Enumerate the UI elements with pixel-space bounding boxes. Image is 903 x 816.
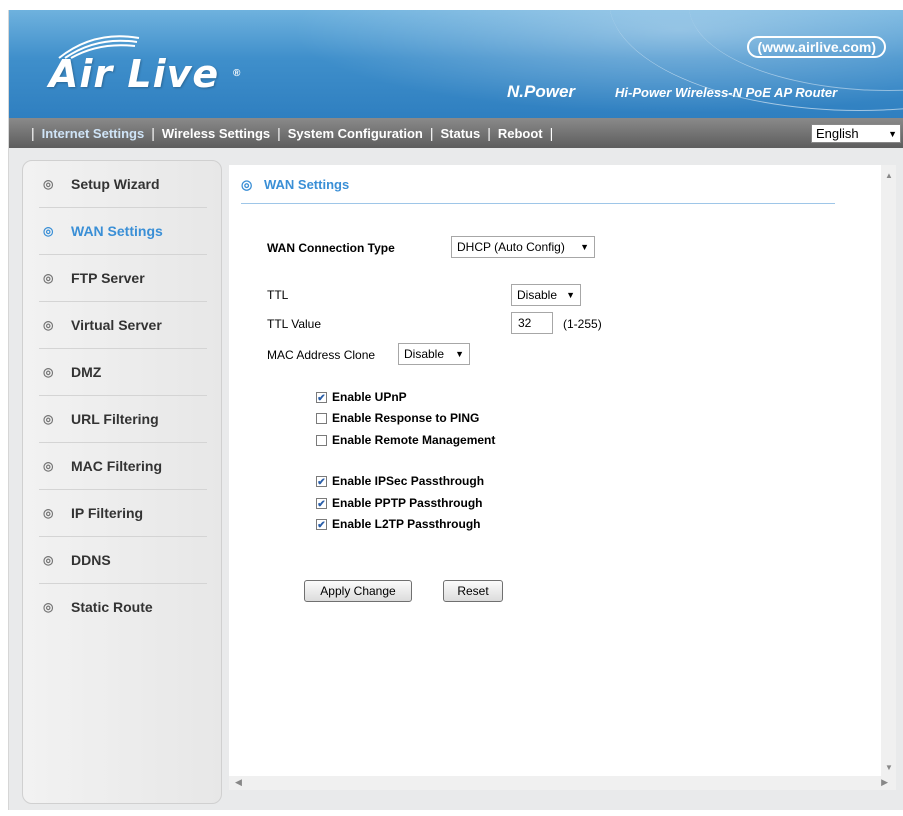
nav-separator: | [277, 125, 281, 141]
sidebar-item-label: FTP Server [71, 270, 145, 286]
ttl-label: TTL [267, 288, 289, 302]
sidebar-item-label: Static Route [71, 599, 153, 615]
enable-upnp-row: ✔ Enable UPnP [316, 390, 407, 404]
sidebar-item-static-route[interactable]: ◎ Static Route [39, 584, 207, 630]
mac-address-clone-value: Disable [404, 347, 445, 361]
scroll-right-icon[interactable]: ▶ [881, 777, 888, 788]
enable-l2tp-row: ✔ Enable L2TP Passthrough [316, 517, 480, 531]
nav-separator: | [487, 125, 491, 141]
sidebar-item-label: URL Filtering [71, 411, 159, 427]
sidebar-item-dmz[interactable]: ◎ DMZ [39, 349, 207, 396]
page-title: ◎ WAN Settings [241, 177, 835, 204]
wan-connection-type-select[interactable]: DHCP (Auto Config) ▼ [451, 236, 595, 258]
enable-remote-management-checkbox[interactable] [316, 434, 327, 446]
enable-upnp-checkbox[interactable]: ✔ [316, 391, 327, 404]
checkbox-label: Enable Remote Management [332, 433, 496, 447]
mac-address-clone-select[interactable]: Disable ▼ [398, 343, 470, 365]
logo-registered-mark: ® [233, 68, 241, 79]
sidebar-item-label: WAN Settings [71, 223, 163, 239]
wan-connection-type-label: WAN Connection Type [267, 241, 395, 255]
nav-reboot[interactable]: Reboot [498, 126, 543, 141]
reset-button[interactable]: Reset [443, 580, 503, 602]
bullet-icon: ◎ [43, 271, 54, 285]
checkbox-label: Enable UPnP [332, 390, 407, 404]
sidebar-item-ddns[interactable]: ◎ DDNS [39, 537, 207, 584]
enable-ipsec-passthrough-checkbox[interactable]: ✔ [316, 475, 327, 488]
ttl-select[interactable]: Disable ▼ [511, 284, 581, 306]
sidebar-item-label: DDNS [71, 552, 111, 568]
bullet-icon: ◎ [43, 459, 54, 473]
checkbox-label: Enable PPTP Passthrough [332, 496, 483, 510]
sidebar-item-ftp-server[interactable]: ◎ FTP Server [39, 255, 207, 302]
bullet-icon: ◎ [43, 412, 54, 426]
bullet-icon: ◎ [43, 318, 54, 332]
bullet-icon: ◎ [43, 553, 54, 567]
wan-connection-type-value: DHCP (Auto Config) [457, 240, 565, 254]
enable-l2tp-passthrough-checkbox[interactable]: ✔ [316, 518, 327, 531]
bullet-icon: ◎ [43, 224, 54, 238]
enable-ping-row: Enable Response to PING [316, 411, 479, 425]
bullet-icon: ◎ [43, 600, 54, 614]
scroll-up-icon[interactable]: ▲ [885, 171, 893, 180]
nav-status[interactable]: Status [440, 126, 480, 141]
ttl-value-label: TTL Value [267, 317, 322, 331]
sidebar-item-url-filtering[interactable]: ◎ URL Filtering [39, 396, 207, 443]
page-title-label: WAN Settings [263, 177, 350, 192]
ttl-select-value: Disable [517, 288, 558, 302]
ttl-range-hint: (1-255) [563, 317, 602, 331]
scroll-left-icon[interactable]: ◀ [235, 777, 242, 788]
vertical-scrollbar[interactable]: ▲ ▼ [881, 165, 896, 776]
bullet-icon: ◎ [43, 506, 54, 520]
sidebar-item-virtual-server[interactable]: ◎ Virtual Server [39, 302, 207, 349]
enable-response-to-ping-checkbox[interactable] [316, 412, 327, 424]
nav-wireless-settings[interactable]: Wireless Settings [162, 126, 270, 141]
sidebar-menu: ◎ Setup Wizard ◎ WAN Settings ◎ FTP Serv… [22, 160, 222, 804]
enable-ipsec-row: ✔ Enable IPSec Passthrough [316, 474, 484, 488]
header-banner: Air Live ® (www.airlive.com) N.Power Hi-… [9, 10, 903, 118]
bullet-icon: ◎ [43, 177, 54, 191]
sidebar-item-label: IP Filtering [71, 505, 144, 521]
bullet-icon: ◎ [43, 365, 54, 379]
bullet-icon: ◎ [241, 177, 253, 192]
website-url: (www.airlive.com) [747, 36, 886, 58]
enable-pptp-passthrough-checkbox[interactable]: ✔ [316, 497, 327, 510]
nav-separator: | [549, 125, 554, 141]
mac-address-clone-label: MAC Address Clone [267, 348, 376, 362]
sidebar-item-setup-wizard[interactable]: ◎ Setup Wizard [39, 161, 207, 208]
nav-system-configuration[interactable]: System Configuration [288, 126, 423, 141]
airlive-logo: Air Live [49, 52, 220, 96]
sidebar-item-mac-filtering[interactable]: ◎ MAC Filtering [39, 443, 207, 490]
chevron-down-icon: ▼ [455, 349, 464, 359]
nav-separator: | [429, 125, 434, 141]
checkbox-label: Enable L2TP Passthrough [332, 517, 481, 531]
sidebar-item-label: DMZ [71, 364, 102, 380]
sidebar-item-label: Setup Wizard [71, 176, 160, 192]
sidebar-item-label: MAC Filtering [71, 458, 162, 474]
enable-remote-management-row: Enable Remote Management [316, 433, 495, 447]
language-select[interactable]: English ▼ [811, 124, 901, 143]
checkbox-label: Enable Response to PING [332, 411, 480, 425]
nav-internet-settings[interactable]: Internet Settings [42, 126, 145, 141]
nav-separator: | [31, 125, 35, 141]
product-name: Hi-Power Wireless-N PoE AP Router [615, 85, 838, 100]
router-admin-frame: Air Live ® (www.airlive.com) N.Power Hi-… [8, 10, 903, 810]
sidebar-item-label: Virtual Server [71, 317, 162, 333]
top-navigation: | Internet Settings | Wireless Settings … [9, 118, 903, 148]
nav-separator: | [151, 125, 155, 141]
language-value: English [816, 126, 859, 141]
chevron-down-icon: ▼ [566, 290, 575, 300]
checkbox-label: Enable IPSec Passthrough [332, 474, 485, 488]
chevron-down-icon: ▼ [888, 129, 897, 139]
enable-pptp-row: ✔ Enable PPTP Passthrough [316, 496, 482, 510]
apply-change-button[interactable]: Apply Change [304, 580, 412, 602]
main-content: ◎ WAN Settings WAN Connection Type DHCP … [229, 165, 881, 790]
horizontal-scrollbar[interactable]: ◀ ▶ [229, 776, 896, 790]
chevron-down-icon: ▼ [580, 242, 589, 252]
brand-name: N.Power [507, 82, 576, 101]
sidebar-item-ip-filtering[interactable]: ◎ IP Filtering [39, 490, 207, 537]
ttl-value-input[interactable]: 32 [511, 312, 553, 334]
scroll-down-icon[interactable]: ▼ [885, 763, 893, 772]
sidebar-item-wan-settings[interactable]: ◎ WAN Settings [39, 208, 207, 255]
